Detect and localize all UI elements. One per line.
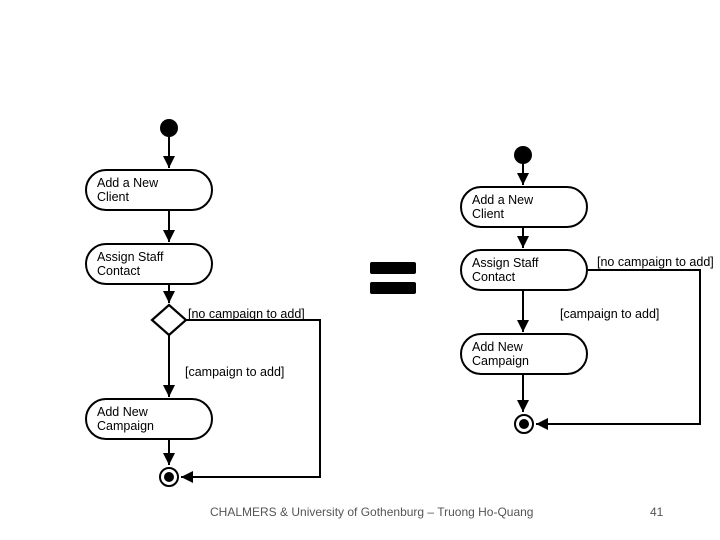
guard-no-campaign-right: [no campaign to add] [597,256,714,270]
page-number: 41 [650,505,663,519]
activity-label: Add NewCampaign [472,340,529,369]
activity-label: Add NewCampaign [97,405,154,434]
activity-label: Assign StaffContact [97,250,163,279]
activity-label: Add a NewClient [97,176,158,205]
initial-node-left [160,119,178,137]
equals-icon [370,262,416,294]
activity-add-client-left: Add a NewClient [85,169,213,211]
initial-node-right [514,146,532,164]
footer-text: CHALMERS & University of Gothenburg – Tr… [210,505,533,519]
activity-assign-staff-left: Assign StaffContact [85,243,213,285]
activity-label: Add a NewClient [472,193,533,222]
final-node-left [159,467,179,487]
activity-add-campaign-left: Add NewCampaign [85,398,213,440]
activity-add-campaign-right: Add NewCampaign [460,333,588,375]
activity-label: Assign StaffContact [472,256,538,285]
final-node-right [514,414,534,434]
activity-add-client-right: Add a NewClient [460,186,588,228]
guard-campaign-left: [campaign to add] [185,366,284,380]
guard-campaign-right: [campaign to add] [560,308,659,322]
guard-no-campaign-left: [no campaign to add] [188,308,305,322]
activity-assign-staff-right: Assign StaffContact [460,249,588,291]
